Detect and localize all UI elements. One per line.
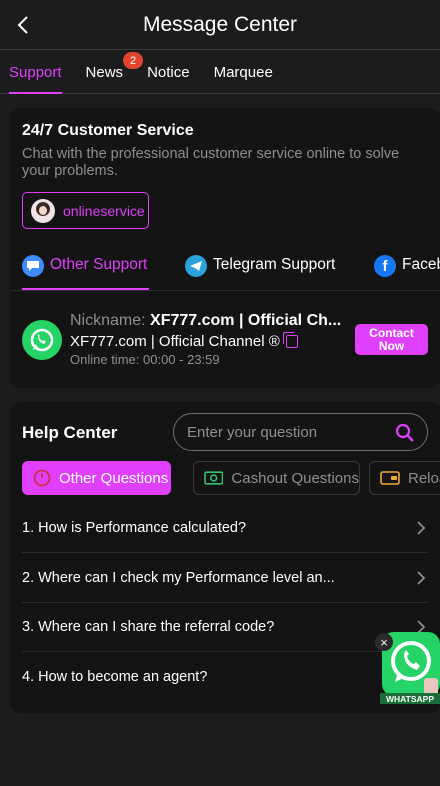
chevron-right-icon bbox=[417, 571, 426, 585]
online-service-label: onlineservice bbox=[63, 202, 145, 219]
channel-nickname: Nickname: XF777.com | Official Ch... bbox=[70, 312, 350, 330]
channel-name: XF777.com | Official Channel ® bbox=[70, 333, 280, 350]
subtab-facebook[interactable]: f Facebook bbox=[374, 252, 440, 290]
news-badge: 2 bbox=[123, 52, 144, 69]
tab-news[interactable]: News 2 bbox=[85, 52, 144, 93]
customer-service-card: 24/7 Customer Service Chat with the prof… bbox=[10, 108, 440, 388]
category-reload-label: Reload bbox=[408, 469, 440, 487]
category-other-questions[interactable]: Other Questions bbox=[22, 461, 171, 495]
wallet-icon bbox=[380, 471, 400, 485]
message-tabs: Support News 2 Notice Marquee bbox=[0, 50, 440, 94]
back-arrow-icon bbox=[17, 16, 28, 34]
faq-item[interactable]: 4. How to become an agent? bbox=[22, 652, 428, 702]
channel-name-row: XF777.com | Official Channel ® bbox=[70, 332, 298, 350]
subtab-other-support[interactable]: Other Support bbox=[22, 252, 149, 290]
divider bbox=[10, 290, 440, 291]
question-circle-icon bbox=[33, 469, 51, 487]
faq-item[interactable]: 3. Where can I share the referral code? bbox=[22, 602, 428, 652]
subtab-other-support-label: Other Support bbox=[50, 256, 148, 273]
faq-question: 3. Where can I share the referral code? bbox=[22, 618, 275, 635]
header-bar: Message Center bbox=[0, 0, 440, 50]
customer-service-description: Chat with the professional customer serv… bbox=[22, 146, 400, 179]
facebook-icon: f bbox=[374, 255, 396, 277]
subtab-telegram-support[interactable]: Telegram Support bbox=[185, 252, 335, 290]
nickname-value: XF777.com | Official Ch... bbox=[150, 312, 342, 329]
category-cashout-label: Cashout Questions bbox=[231, 469, 359, 487]
faq-question: 2. Where can I check my Performance leve… bbox=[22, 569, 335, 586]
support-channel-tabs: Other Support Telegram Support f Faceboo… bbox=[10, 252, 440, 290]
category-cashout-questions[interactable]: Cashout Questions bbox=[193, 461, 360, 495]
tab-notice[interactable]: Notice bbox=[147, 64, 190, 93]
back-button[interactable] bbox=[8, 10, 38, 40]
search-icon[interactable] bbox=[395, 423, 415, 443]
whatsapp-floating-label: WHATSAPP bbox=[386, 694, 434, 704]
faq-question: 1. How is Performance calculated? bbox=[22, 519, 247, 536]
tab-support[interactable]: Support bbox=[9, 64, 62, 94]
telegram-icon bbox=[185, 255, 207, 277]
chevron-right-icon bbox=[417, 521, 426, 535]
chat-bubble-icon bbox=[22, 255, 44, 277]
subtab-telegram-label: Telegram Support bbox=[213, 256, 336, 273]
faq-question: 4. How to become an agent? bbox=[22, 669, 208, 685]
category-other-label: Other Questions bbox=[59, 469, 169, 487]
page-title: Message Center bbox=[142, 12, 298, 36]
tab-news-label: News bbox=[85, 64, 124, 81]
whatsapp-icon bbox=[22, 320, 62, 360]
faq-item[interactable]: 1. How is Performance calculated? bbox=[22, 503, 428, 553]
subtab-facebook-label: Facebook bbox=[402, 256, 440, 273]
help-center-title: Help Center bbox=[22, 423, 118, 442]
search-input[interactable] bbox=[187, 423, 387, 441]
copy-icon[interactable] bbox=[282, 332, 298, 348]
help-center-card: Help Center Other Questions Cashout Ques… bbox=[10, 402, 440, 713]
tab-marquee[interactable]: Marquee bbox=[214, 64, 273, 93]
online-time: Online time: 00:00 - 23:59 bbox=[70, 352, 220, 367]
online-service-button[interactable]: onlineservice bbox=[22, 192, 149, 229]
customer-service-title: 24/7 Customer Service bbox=[22, 122, 194, 139]
agent-avatar bbox=[31, 198, 55, 223]
question-categories: Other Questions Cashout Questions Reload bbox=[22, 461, 440, 497]
category-reload[interactable]: Reload bbox=[369, 461, 440, 495]
online-time-value: 00:00 - 23:59 bbox=[143, 352, 220, 367]
question-search bbox=[173, 413, 428, 451]
nickname-label: Nickname: bbox=[70, 312, 146, 329]
close-floating-button[interactable]: × bbox=[375, 633, 393, 651]
faq-item[interactable]: 2. Where can I check my Performance leve… bbox=[22, 553, 428, 603]
online-time-label: Online time: bbox=[70, 352, 140, 367]
contact-now-button[interactable]: Contact Now bbox=[355, 324, 428, 355]
cash-icon bbox=[204, 471, 224, 485]
